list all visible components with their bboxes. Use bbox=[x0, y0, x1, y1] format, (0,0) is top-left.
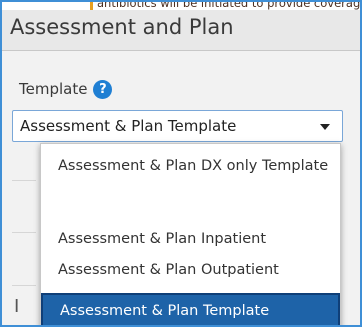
previous-note-strip: antibiotics will be initiated to provide… bbox=[2, 2, 360, 10]
template-label: Template bbox=[19, 80, 88, 98]
template-select-value: Assessment & Plan Template bbox=[20, 117, 237, 135]
dropdown-option-dx-only[interactable]: Assessment & Plan DX only Template bbox=[41, 156, 340, 177]
assessment-plan-panel: Assessment and Plan Template ? Assessmen… bbox=[2, 10, 360, 325]
dropdown-option-outpatient[interactable]: Assessment & Plan Outpatient bbox=[41, 260, 340, 281]
dropdown-option-inpatient[interactable]: Assessment & Plan Inpatient bbox=[41, 229, 340, 250]
template-label-row: Template ? bbox=[19, 78, 113, 100]
background-field-mark: I bbox=[14, 296, 20, 317]
previous-note-text: antibiotics will be initiated to provide… bbox=[90, 2, 360, 10]
dropdown-option-template-selected[interactable]: Assessment & Plan Template bbox=[41, 293, 340, 325]
background-field-edge bbox=[12, 180, 36, 181]
screenshot-frame: antibiotics will be initiated to provide… bbox=[0, 0, 362, 327]
question-circle-icon[interactable]: ? bbox=[93, 79, 113, 99]
template-dropdown-list[interactable]: Assessment & Plan DX only Template Asses… bbox=[40, 143, 341, 325]
chevron-down-icon[interactable] bbox=[320, 124, 330, 130]
background-field-edge bbox=[12, 285, 36, 286]
section-title: Assessment and Plan bbox=[10, 15, 234, 39]
background-field-edge bbox=[12, 232, 36, 233]
template-select[interactable]: Assessment & Plan Template bbox=[12, 110, 343, 142]
section-header: Assessment and Plan bbox=[2, 10, 360, 51]
